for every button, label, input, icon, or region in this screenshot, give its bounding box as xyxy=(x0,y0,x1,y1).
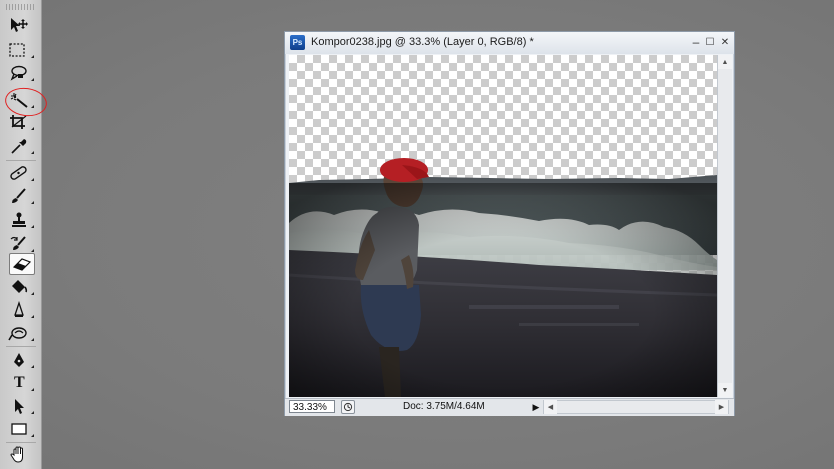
brush-icon[interactable] xyxy=(8,186,36,206)
scroll-right-arrow[interactable]: ▶ xyxy=(715,400,728,414)
photoshop-app-icon: Ps xyxy=(290,35,305,50)
scroll-up-arrow[interactable]: ▲ xyxy=(718,55,732,69)
lasso-icon[interactable] xyxy=(8,63,36,83)
type-icon[interactable]: T xyxy=(8,373,36,393)
blur-icon[interactable] xyxy=(8,300,36,320)
marquee-icon[interactable] xyxy=(8,40,36,60)
toolbar-separator xyxy=(6,442,36,443)
path-selection-icon[interactable] xyxy=(8,396,36,416)
status-bar: 33.33% Doc: 3.75M/4.64M ▶ ◀ ▶ xyxy=(285,398,734,416)
document-size-readout: Doc: 3.75M/4.64M xyxy=(403,401,485,412)
scroll-down-arrow[interactable]: ▼ xyxy=(718,383,732,397)
type-tool-glyph: T xyxy=(14,374,25,391)
document-title: Kompor0238.jpg @ 33.3% (Layer 0, RGB/8) … xyxy=(311,36,534,48)
minimize-button[interactable]: ‒ xyxy=(689,35,703,49)
clone-stamp-icon[interactable] xyxy=(8,210,36,230)
history-brush-icon[interactable] xyxy=(8,234,36,254)
healing-brush-icon[interactable] xyxy=(8,163,36,183)
close-button[interactable]: ✕ xyxy=(718,35,732,49)
hand-icon[interactable] xyxy=(8,445,36,465)
toolbar-separator xyxy=(6,160,36,161)
move-icon[interactable] xyxy=(8,15,36,35)
status-menu-arrow[interactable]: ▶ xyxy=(530,401,542,414)
paint-bucket-icon[interactable] xyxy=(8,277,36,297)
status-info-icon[interactable] xyxy=(341,400,355,414)
maximize-button[interactable]: ☐ xyxy=(703,35,717,49)
toolbar-separator xyxy=(6,346,36,347)
crop-icon[interactable] xyxy=(8,112,36,132)
document-window: Ps Kompor0238.jpg @ 33.3% (Layer 0, RGB/… xyxy=(284,31,735,416)
zoom-level-field[interactable]: 33.33% xyxy=(289,400,335,413)
scroll-left-arrow[interactable]: ◀ xyxy=(544,400,557,414)
panel-grip[interactable] xyxy=(6,4,36,10)
eyedropper-icon[interactable] xyxy=(8,136,36,156)
tools-panel: T xyxy=(0,0,49,469)
pen-icon[interactable] xyxy=(8,350,36,370)
horizontal-scrollbar[interactable]: ◀ ▶ xyxy=(543,400,729,414)
dodge-icon[interactable] xyxy=(8,323,36,343)
photo-layer xyxy=(289,158,717,397)
rectangle-icon[interactable] xyxy=(8,419,36,439)
image-canvas[interactable] xyxy=(289,55,717,397)
vertical-scrollbar[interactable]: ▲ ▼ xyxy=(717,55,732,397)
document-titlebar[interactable]: Ps Kompor0238.jpg @ 33.3% (Layer 0, RGB/… xyxy=(285,32,734,54)
magic-wand-icon[interactable] xyxy=(8,90,36,110)
eraser-icon[interactable] xyxy=(9,253,35,275)
